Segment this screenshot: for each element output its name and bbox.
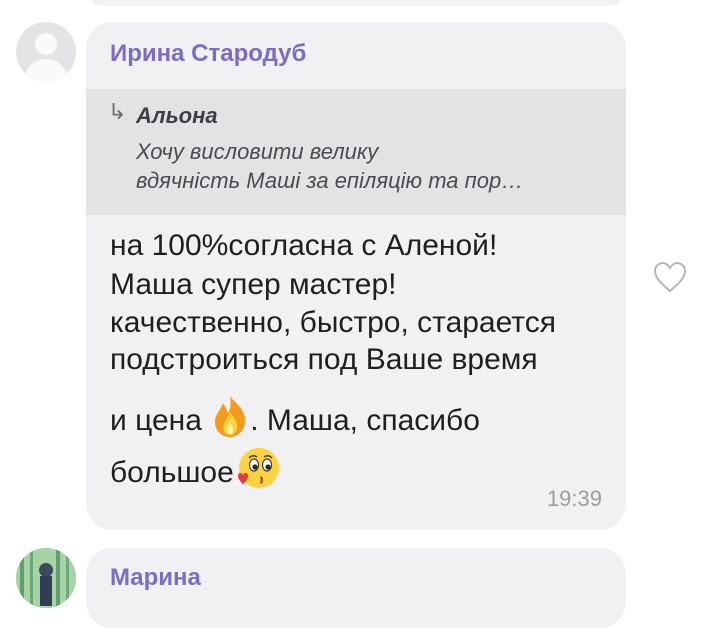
reply-author: Альона <box>136 103 218 128</box>
message-text-line: подстроиться под Ваше время <box>110 343 538 376</box>
fire-emoji-icon <box>215 396 246 437</box>
sender-name[interactable]: Ирина Стародуб <box>110 40 306 68</box>
reply-text-line: Хочу висловити велику <box>136 139 379 164</box>
avatar-placeholder-head <box>35 33 57 55</box>
next-message-bubble[interactable]: Марина <box>86 548 626 628</box>
heart-outline-icon[interactable] <box>652 260 688 294</box>
sender-avatar[interactable] <box>16 22 76 82</box>
message-text-line: на 100%согласна с Аленой! <box>110 229 498 262</box>
message-text-line: Маша супер мастер! <box>110 268 397 301</box>
message-text-line: большое <box>110 446 280 492</box>
message-bubble[interactable]: Ирина Стародуб ↳ Альона Хочу висловити в… <box>86 22 626 530</box>
avatar-placeholder-body <box>24 59 68 82</box>
reply-arrow-icon: ↳ <box>108 99 127 124</box>
avatar-photo-icon <box>16 548 76 608</box>
kissing-face-emoji-icon <box>237 448 279 488</box>
quoted-reply[interactable]: ↳ Альона Хочу висловити велику вдячність… <box>86 89 626 215</box>
previous-message-bubble[interactable] <box>86 0 626 6</box>
reply-text: Хочу висловити велику вдячність Маші за … <box>136 137 576 195</box>
reply-text-line: вдячність Маші за епіляцію та пор… <box>136 168 524 193</box>
message-text-line: качественно, быстро, старается <box>110 306 556 339</box>
next-sender-name[interactable]: Марина <box>110 564 201 592</box>
message-text-segment: большое <box>110 456 234 489</box>
message-text-line: и цена . Маша, спасибо <box>110 394 480 439</box>
message-text-segment: . Маша, спасибо <box>250 404 480 437</box>
message-text-segment: и цена <box>110 404 202 437</box>
next-sender-avatar[interactable] <box>16 548 76 608</box>
message-timestamp: 19:39 <box>546 486 602 511</box>
